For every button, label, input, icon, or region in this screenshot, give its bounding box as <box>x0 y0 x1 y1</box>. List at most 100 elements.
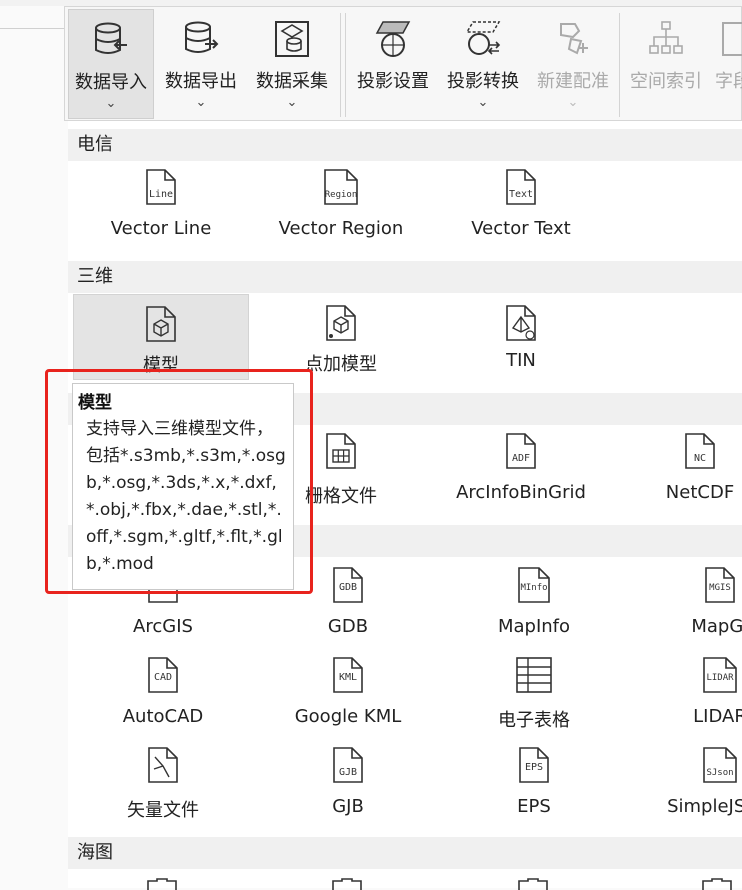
vector-region-file-icon: Region <box>324 169 358 205</box>
file-badge: ADF <box>512 453 530 464</box>
gjb-file-icon: GJB <box>333 747 363 783</box>
tin-icon <box>506 305 536 341</box>
file-badge: LIDAR <box>706 673 734 683</box>
netcdf-item[interactable]: NC NetCDF <box>612 432 742 518</box>
file-badge: NC <box>694 453 706 464</box>
data-export-button[interactable]: 数据导出 ⌄ <box>157 9 245 119</box>
chevron-down-icon[interactable]: ⌄ <box>439 95 527 110</box>
data-collect-label: 数据采集 <box>256 71 328 92</box>
data-collect-button[interactable]: 数据采集 ⌄ <box>247 9 337 119</box>
field-icon <box>722 22 742 56</box>
projection-settings-button[interactable]: 投影设置 <box>349 9 437 119</box>
grid-file-icon <box>326 433 356 469</box>
data-import-label: 数据导入 <box>75 72 147 93</box>
mapinfo-item[interactable]: MInfo MapInfo <box>446 566 622 652</box>
ribbon-toolbar: 数据导入 ⌄ 数据导出 ⌄ 数据采集 ⌄ 投影设置 投影转换 ⌄ 新建配准 ⌄ … <box>64 6 742 121</box>
cube-icon <box>146 306 176 342</box>
google-kml-item[interactable]: KML Google KML <box>260 656 436 742</box>
gdb-file-icon: GDB <box>333 567 363 603</box>
projection-settings-label: 投影设置 <box>357 71 429 92</box>
chevron-down-icon[interactable]: ⌄ <box>69 96 153 111</box>
autocad-label: AutoCAD <box>122 706 204 727</box>
vector-text-item[interactable]: Text Vector Text <box>433 168 609 254</box>
file-badge: Line <box>149 189 173 200</box>
vector-line-item[interactable]: Line Vector Line <box>73 168 249 254</box>
vector-file-label: 矢量文件 <box>127 800 199 821</box>
spreadsheet-item[interactable]: 电子表格 <box>446 656 622 742</box>
google-kml-label: Google KML <box>294 706 402 727</box>
file-badge: Text <box>509 189 533 200</box>
field-button[interactable]: 字段 <box>711 9 742 119</box>
vector-line-file-icon: Line <box>146 169 176 205</box>
data-import-button[interactable]: 数据导入 ⌄ <box>68 9 154 119</box>
gjb-label: GJB <box>332 796 364 817</box>
file-badge: KML <box>339 672 357 683</box>
spatial-index-label: 空间索引 <box>630 71 702 92</box>
database-export-icon <box>185 21 219 53</box>
arcinfo-bingrid-item[interactable]: ADF ArcInfoBinGrid <box>433 432 609 518</box>
kml-file-icon: KML <box>333 657 363 693</box>
spatial-index-button[interactable]: 空间索引 <box>621 9 711 119</box>
file-badge: GJB <box>339 767 357 778</box>
chart-file-icon <box>332 878 362 890</box>
gjb-item[interactable]: GJB GJB <box>260 746 436 832</box>
adf-file-icon: ADF <box>506 433 536 469</box>
section-header-nautical-chart: 海图 <box>68 837 742 869</box>
new-registration-button[interactable]: 新建配准 ⌄ <box>529 9 617 119</box>
chart-file-icon <box>518 878 548 890</box>
arcgis-label: ArcGIS <box>133 616 193 637</box>
mapgis-item[interactable]: MGIS MapGI <box>632 566 742 652</box>
new-registration-icon <box>560 23 588 55</box>
projection-transform-icon <box>465 21 501 55</box>
gdb-label: GDB <box>327 616 369 637</box>
data-collect-icon <box>275 21 309 57</box>
spreadsheet-icon <box>516 657 552 693</box>
vector-region-item[interactable]: Region Vector Region <box>253 168 429 254</box>
simplejson-label: SimpleJSON <box>667 796 742 817</box>
model-item[interactable]: 模型 <box>73 294 249 380</box>
spatial-index-icon <box>649 21 683 54</box>
cad-file-icon: CAD <box>148 657 178 693</box>
tin-item[interactable]: TIN <box>433 294 609 380</box>
chart-file-icon <box>147 878 177 890</box>
highlight-box <box>45 369 313 594</box>
nc-file-icon: NC <box>685 433 715 469</box>
chevron-down-icon[interactable]: ⌄ <box>157 95 245 110</box>
vector-text-file-icon: Text <box>506 169 536 205</box>
file-badge: MInfo <box>520 583 547 593</box>
ribbon-separator <box>345 13 346 117</box>
mapgis-file-icon: MGIS <box>705 567 735 603</box>
field-label: 字段 <box>715 71 742 92</box>
eps-item[interactable]: EPS EPS <box>446 746 622 832</box>
lidar-item[interactable]: LIDAR LIDAR <box>632 656 742 742</box>
file-badge: EPS <box>525 762 543 773</box>
file-badge: Region <box>325 190 358 200</box>
eps-file-icon: EPS <box>519 747 549 783</box>
simplejson-item[interactable]: SJson SimpleJSON <box>632 746 742 832</box>
vector-file-item[interactable]: 矢量文件 <box>75 746 251 832</box>
chevron-down-icon[interactable]: ⌄ <box>529 95 617 110</box>
vector-text-label: Vector Text <box>471 218 571 239</box>
ribbon-separator <box>340 13 341 117</box>
new-registration-label: 新建配准 <box>537 71 609 92</box>
mapinfo-label: MapInfo <box>497 616 571 637</box>
section-header-3d: 三维 <box>68 261 742 293</box>
vector-file-icon <box>148 747 178 783</box>
section-header-telecom: 电信 <box>68 129 742 161</box>
autocad-item[interactable]: CAD AutoCAD <box>75 656 251 742</box>
chevron-down-icon[interactable]: ⌄ <box>247 95 337 110</box>
projection-settings-icon <box>375 21 411 57</box>
point-cube-icon <box>326 305 356 341</box>
netcdf-label: NetCDF <box>665 482 735 503</box>
file-badge: MGIS <box>709 583 731 593</box>
mapgis-label: MapGI <box>691 616 742 637</box>
ribbon-separator <box>619 13 620 117</box>
projection-transform-button[interactable]: 投影转换 ⌄ <box>439 9 527 119</box>
point-model-item[interactable]: 点加模型 <box>253 294 429 380</box>
chart-file-icon <box>702 878 732 890</box>
lidar-label: LIDAR <box>693 706 742 727</box>
file-badge: GDB <box>339 582 357 593</box>
database-import-icon <box>95 22 127 54</box>
file-badge: SJson <box>706 768 733 778</box>
data-export-label: 数据导出 <box>165 71 237 92</box>
